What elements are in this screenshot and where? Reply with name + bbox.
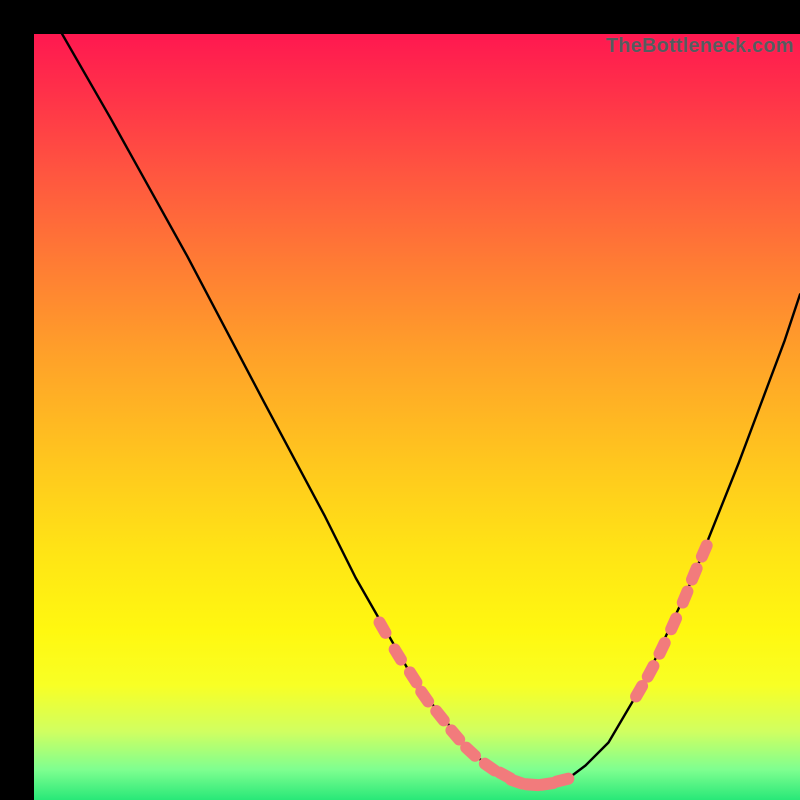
marker-right-pill <box>675 584 695 611</box>
marker-right-pill <box>694 538 715 565</box>
marker-left-pill <box>549 771 575 788</box>
bottleneck-curve-svg <box>34 34 800 800</box>
curve-path <box>58 34 800 785</box>
marker-right-pill <box>684 561 704 588</box>
chart-frame: TheBottleneck.com <box>0 0 800 800</box>
watermark-text: TheBottleneck.com <box>606 35 794 58</box>
plot-area: TheBottleneck.com <box>34 34 800 800</box>
